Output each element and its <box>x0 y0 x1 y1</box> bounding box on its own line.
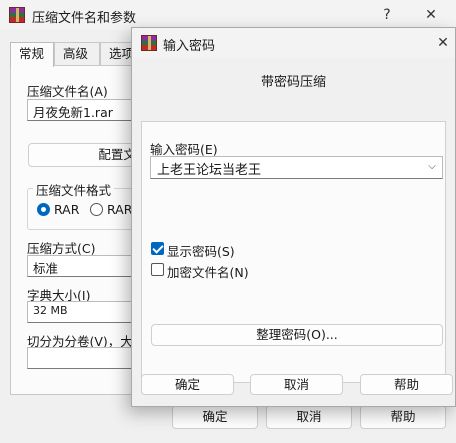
encrypt-names-label: 加密文件名(N) <box>167 265 249 280</box>
chevron-down-icon[interactable]: ⌵ <box>426 161 438 173</box>
radio-rar-label: RAR <box>54 202 80 217</box>
dialog-heading: 带密码压缩 <box>260 75 326 90</box>
archive-format-group-label: 压缩文件格式 <box>33 180 115 199</box>
back-help-button[interactable]: 帮助 <box>360 405 446 429</box>
archive-name-label: 压缩文件名(A) <box>27 84 108 99</box>
help-icon[interactable]: ? <box>376 5 398 25</box>
dialog-title: 输入密码 <box>163 39 216 54</box>
ok-button[interactable]: 确定 <box>141 374 234 395</box>
tab-advanced[interactable]: 高级 <box>54 42 100 66</box>
encrypt-names-checkbox[interactable] <box>151 263 164 276</box>
cancel-button[interactable]: 取消 <box>250 374 343 395</box>
back-cancel-button[interactable]: 取消 <box>266 405 352 429</box>
window-title: 压缩文件名和参数 <box>32 11 137 26</box>
enter-password-dialog: 输入密码 ✕ 带密码压缩 输入密码(E) 上老王论坛当老王 ⌵ 显示密码(S) … <box>131 27 456 407</box>
show-password-label: 显示密码(S) <box>167 244 235 259</box>
close-icon[interactable]: ✕ <box>420 5 442 25</box>
archive-settings-titlebar: 压缩文件名和参数 ? ✕ <box>0 0 456 30</box>
organize-passwords-button[interactable]: 整理密码(O)... <box>151 324 443 346</box>
password-dialog-titlebar: 输入密码 ✕ <box>132 28 455 58</box>
tab-general[interactable]: 常规 <box>10 42 54 67</box>
radio-rar[interactable] <box>37 203 50 216</box>
back-ok-button[interactable]: 确定 <box>172 405 258 429</box>
password-panel: 输入密码(E) 上老王论坛当老王 ⌵ 显示密码(S) 加密文件名(N) 整理密码… <box>141 121 446 383</box>
show-password-checkbox[interactable] <box>151 242 164 255</box>
radio-rar4[interactable] <box>90 203 103 216</box>
password-input[interactable]: 上老王论坛当老王 ⌵ <box>150 156 443 179</box>
winrar-app-icon <box>141 35 157 51</box>
help-button[interactable]: 帮助 <box>360 374 453 395</box>
password-value: 上老王论坛当老王 <box>157 163 262 178</box>
close-icon[interactable]: ✕ <box>432 33 454 53</box>
winrar-app-icon <box>9 7 25 23</box>
